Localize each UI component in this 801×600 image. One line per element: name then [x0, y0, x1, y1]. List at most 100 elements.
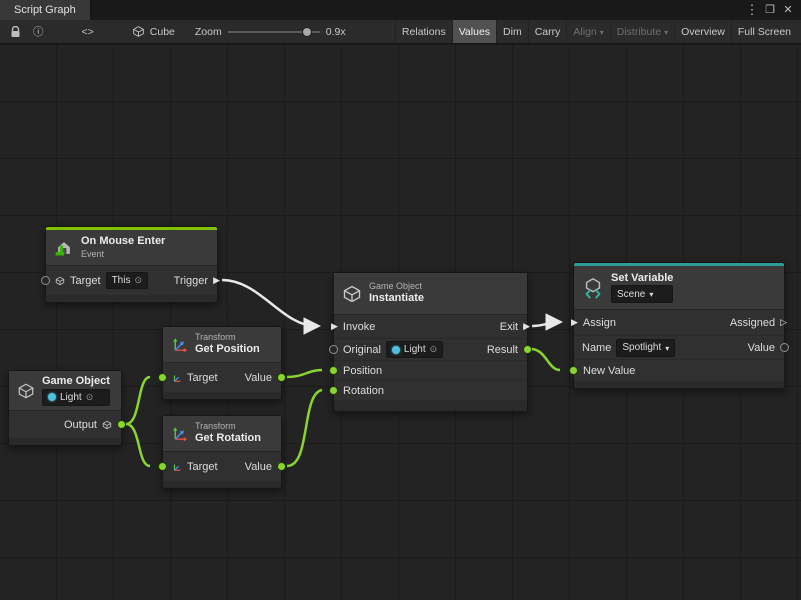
node-row: Target Value — [163, 363, 281, 393]
window-controls: ⋮ ❒ ✕ — [743, 0, 801, 20]
node-header: Transform Get Rotation — [163, 416, 281, 452]
node-footer — [574, 382, 784, 388]
value-label: Value — [245, 461, 272, 473]
port-result-output[interactable] — [523, 345, 532, 354]
cube-icon — [132, 25, 145, 38]
relations-button[interactable]: Relations — [395, 20, 452, 43]
original-label: Original — [343, 344, 381, 356]
align-button[interactable]: Align ▾ — [566, 20, 609, 43]
new-value-label: New Value — [583, 365, 635, 377]
zoom-slider-handle[interactable] — [302, 27, 312, 37]
trigger-label: Trigger — [174, 275, 208, 287]
set-variable-icon — [582, 277, 604, 299]
graph-reference[interactable]: Cube — [126, 25, 181, 38]
node-instantiate[interactable]: Game Object Instantiate ▶ Invoke Exit ▶ … — [333, 272, 528, 412]
invoke-label: Invoke — [343, 321, 375, 333]
zoom-control: Zoom 0.9x — [195, 26, 346, 38]
cube-icon — [17, 382, 35, 400]
on-mouse-enter-icon — [54, 238, 74, 258]
node-footer — [163, 393, 281, 399]
info-icon[interactable]: ⓘ — [27, 20, 50, 43]
chevron-down-icon: ▾ — [664, 28, 668, 37]
wire-light-to-getrotation[interactable] — [126, 424, 150, 466]
toolbar-buttons: Relations Values Dim Carry Align ▾ Distr… — [395, 20, 797, 43]
chevron-down-icon: ▾ — [600, 28, 604, 37]
close-icon[interactable]: ✕ — [779, 0, 797, 20]
zoom-slider[interactable] — [228, 26, 320, 38]
light-icon — [392, 346, 400, 354]
distribute-label: Distribute — [617, 26, 661, 38]
object-value-chip[interactable]: Light ⊙ — [42, 389, 110, 406]
lock-icon-glyph — [10, 26, 21, 38]
port-exit-output[interactable]: ▶ — [523, 322, 530, 331]
node-on-mouse-enter[interactable]: On Mouse Enter Event Target This ⊙ Trigg… — [45, 226, 218, 303]
node-header: On Mouse Enter Event — [46, 230, 217, 266]
lock-icon[interactable] — [4, 20, 27, 43]
wire-trigger-to-invoke[interactable] — [222, 280, 316, 326]
object-picker-icon[interactable]: ⊙ — [86, 391, 94, 404]
object-picker-icon[interactable]: ⊙ — [134, 274, 142, 287]
overview-button[interactable]: Overview — [674, 20, 731, 43]
port-rotation-input[interactable] — [329, 386, 338, 395]
transform-icon — [171, 336, 188, 353]
transform-icon — [172, 373, 182, 383]
port-value-output[interactable] — [277, 462, 286, 471]
tab-script-graph[interactable]: Script Graph — [0, 0, 91, 20]
code-icon[interactable]: <> — [76, 20, 100, 43]
carry-button[interactable]: Carry — [528, 20, 567, 43]
node-category: Transform — [195, 332, 260, 343]
port-trigger-output[interactable]: ▶ — [213, 276, 220, 285]
node-set-variable[interactable]: Set Variable Scene ▾ ▶ Assign Assigned ▷… — [573, 262, 785, 389]
node-title: Get Position — [195, 343, 260, 357]
port-target-input[interactable] — [158, 462, 167, 471]
node-header: Game Object Instantiate — [334, 273, 527, 315]
variable-name-chip[interactable]: Spotlight ▾ — [616, 339, 675, 357]
rotation-label: Rotation — [343, 385, 384, 397]
port-target-input[interactable] — [158, 373, 167, 382]
graph-canvas[interactable]: On Mouse Enter Event Target This ⊙ Trigg… — [0, 44, 801, 600]
wire-position-value[interactable] — [287, 370, 322, 377]
port-position-input[interactable] — [329, 366, 338, 375]
tab-title: Script Graph — [14, 4, 76, 16]
graph-name: Cube — [150, 26, 175, 38]
port-output[interactable] — [117, 420, 126, 429]
target-label: Target — [187, 372, 218, 384]
node-get-rotation[interactable]: Transform Get Rotation Target Value — [162, 415, 282, 489]
values-button[interactable]: Values — [452, 20, 496, 43]
node-header: Game Object Light ⊙ — [9, 371, 121, 411]
port-assign-input[interactable]: ▶ — [571, 318, 578, 327]
node-get-position[interactable]: Transform Get Position Target Value — [162, 326, 282, 400]
port-invoke-input[interactable]: ▶ — [331, 322, 338, 331]
node-row: Name Spotlight ▾ Value — [574, 336, 784, 360]
node-subtitle: Event — [81, 249, 165, 260]
kebab-menu-icon[interactable]: ⋮ — [743, 0, 761, 20]
fullscreen-button[interactable]: Full Screen — [731, 20, 797, 43]
node-row: Target This ⊙ Trigger ▶ — [46, 266, 217, 296]
port-target-input[interactable] — [41, 276, 50, 285]
port-assigned-output[interactable]: ▷ — [780, 318, 787, 327]
wire-result-to-newvalue[interactable] — [531, 349, 560, 370]
wire-rotation-value[interactable] — [287, 390, 322, 466]
maximize-icon[interactable]: ❒ — [761, 0, 779, 20]
node-title: Game Object — [42, 375, 110, 389]
wire-exit-to-assign[interactable] — [532, 322, 558, 326]
node-game-object-light[interactable]: Game Object Light ⊙ Output — [8, 370, 122, 446]
value-label: Value — [748, 342, 775, 354]
target-value-chip[interactable]: This ⊙ — [106, 272, 148, 289]
port-value-output[interactable] — [277, 373, 286, 382]
object-picker-icon[interactable]: ⊙ — [430, 343, 438, 356]
game-object-icon — [55, 276, 65, 286]
port-original-input[interactable] — [329, 345, 338, 354]
distribute-button[interactable]: Distribute ▾ — [610, 20, 674, 43]
target-label: Target — [187, 461, 218, 473]
dim-button[interactable]: Dim — [496, 20, 528, 43]
port-value-output[interactable] — [780, 343, 789, 352]
port-new-value-input[interactable] — [569, 366, 578, 375]
value-label: Value — [245, 372, 272, 384]
assigned-label: Assigned — [730, 317, 775, 329]
output-label: Output — [64, 419, 97, 431]
original-value-chip[interactable]: Light ⊙ — [386, 341, 443, 358]
node-row: ▶ Invoke Exit ▶ — [334, 315, 527, 339]
variable-kind-chip[interactable]: Scene ▾ — [611, 285, 673, 303]
wire-light-to-getposition[interactable] — [126, 377, 150, 424]
